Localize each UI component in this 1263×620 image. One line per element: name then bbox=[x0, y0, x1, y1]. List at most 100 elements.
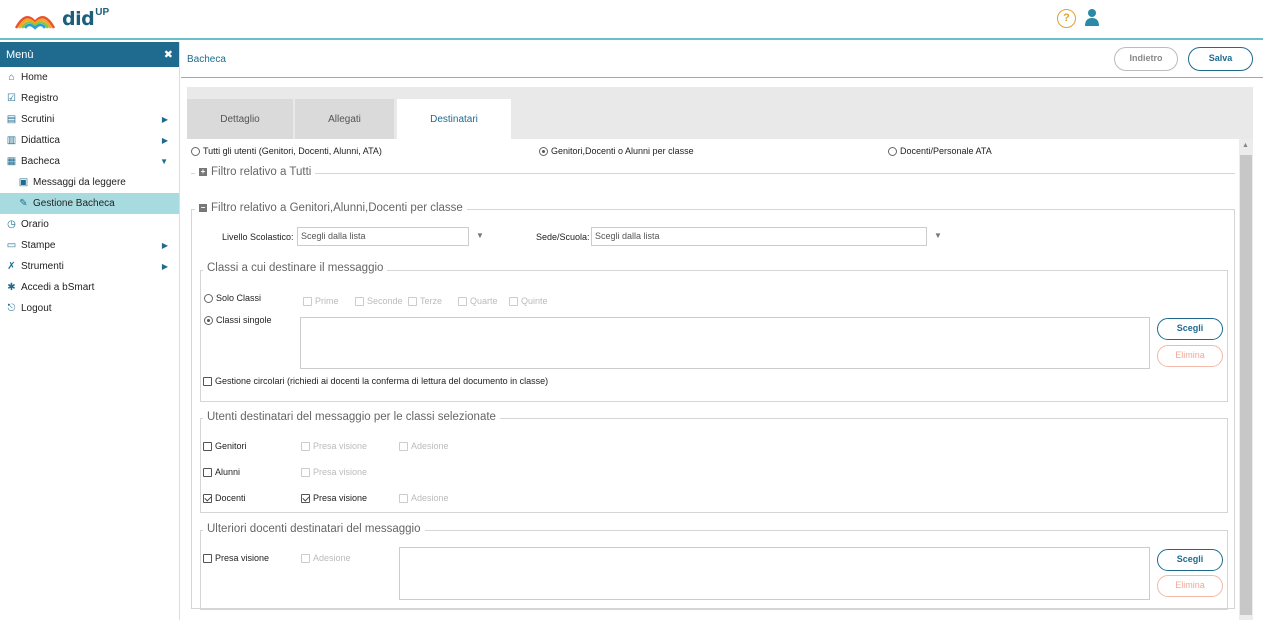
checkbox-parents[interactable] bbox=[203, 441, 212, 451]
checkbox-students-seen[interactable] bbox=[301, 467, 310, 477]
checkbox-prime[interactable] bbox=[303, 296, 312, 306]
choose-classes-button[interactable]: Scegli bbox=[1157, 318, 1223, 340]
parents-adhesion-label: Adesione bbox=[411, 441, 449, 452]
chevron-right-icon: ▶ bbox=[161, 115, 168, 124]
option-only-classes[interactable]: Solo Classi bbox=[204, 293, 261, 304]
option-by-class-label: Genitori,Docenti o Alunni per classe bbox=[551, 146, 694, 157]
home-icon: ⌂ bbox=[8, 72, 15, 83]
checkbox-teachers-seen[interactable] bbox=[301, 493, 310, 503]
filter-all-legend[interactable]: + Filtro relativo a Tutti bbox=[195, 166, 316, 178]
didup-logo[interactable]: did UP bbox=[14, 6, 109, 32]
students-option[interactable]: Alunni bbox=[203, 467, 240, 478]
checkbox-seconde[interactable] bbox=[355, 296, 364, 306]
radio-ata[interactable] bbox=[888, 146, 897, 156]
single-classes-label: Classi singole bbox=[216, 315, 272, 326]
extra-seen-option[interactable]: Presa visione bbox=[203, 553, 269, 564]
tab-dettaglio[interactable]: Dettaglio bbox=[187, 99, 293, 140]
students-seen-option[interactable]: Presa visione bbox=[301, 467, 367, 478]
choose-teachers-button[interactable]: Scegli bbox=[1157, 549, 1223, 571]
menu-item-home[interactable]: ⌂ Home bbox=[0, 67, 179, 88]
extra-adhesion-option[interactable]: Adesione bbox=[301, 553, 351, 564]
level-dropdown-icon[interactable]: ▼ bbox=[476, 231, 484, 240]
selected-classes-box[interactable] bbox=[300, 317, 1150, 369]
menu-item-label: Messaggi da leggere bbox=[33, 177, 126, 188]
year-seconde[interactable]: Seconde bbox=[355, 296, 403, 307]
tab-allegati[interactable]: Allegati bbox=[295, 99, 394, 140]
checkbox-extra-seen[interactable] bbox=[203, 553, 212, 563]
option-ata[interactable]: Docenti/Personale ATA bbox=[888, 146, 992, 157]
page-title: Bacheca bbox=[187, 54, 226, 65]
menu-item-label: Scrutini bbox=[21, 114, 55, 125]
circular-option[interactable]: Gestione circolari (richiedi ai docenti … bbox=[203, 376, 548, 387]
checkbox-extra-adhesion[interactable] bbox=[301, 553, 310, 563]
year-prime[interactable]: Prime bbox=[303, 296, 339, 307]
logout-icon: ⎋ bbox=[7, 303, 16, 314]
menu-item-scrutini[interactable]: ▤ Scrutini ▶ bbox=[0, 109, 179, 130]
chevron-right-icon: ▶ bbox=[161, 241, 168, 250]
parents-seen-option[interactable]: Presa visione bbox=[301, 441, 367, 452]
menu-item-registro[interactable]: ☑ Registro bbox=[0, 88, 179, 109]
save-button[interactable]: Salva bbox=[1188, 47, 1253, 71]
menu-item-label: Bacheca bbox=[21, 156, 60, 167]
menu-item-didattica[interactable]: ▥ Didattica ▶ bbox=[0, 130, 179, 151]
calendar-check-icon: ☑ bbox=[7, 93, 16, 104]
scrollbar-thumb[interactable] bbox=[1240, 155, 1252, 615]
remove-classes-button[interactable]: Elimina bbox=[1157, 345, 1223, 367]
site-dropdown-icon[interactable]: ▼ bbox=[934, 231, 942, 240]
back-button[interactable]: Indietro bbox=[1114, 47, 1178, 71]
menu-item-bsmart[interactable]: ✱ Accedi a bSmart bbox=[0, 277, 179, 298]
parents-adhesion-option[interactable]: Adesione bbox=[399, 441, 449, 452]
checkbox-terze[interactable] bbox=[408, 296, 417, 306]
site-select[interactable]: Scegli dalla lista bbox=[591, 227, 927, 246]
seconde-label: Seconde bbox=[367, 296, 403, 307]
help-icon[interactable]: ? bbox=[1057, 9, 1076, 28]
menu-item-strumenti[interactable]: ✗ Strumenti ▶ bbox=[0, 256, 179, 277]
main-content: Bacheca Indietro Salva Dettaglio Allegat… bbox=[181, 42, 1263, 620]
menu-item-orario[interactable]: ◷ Orario bbox=[0, 214, 179, 235]
filter-class-legend[interactable]: − Filtro relativo a Genitori,Alunni,Docen… bbox=[195, 202, 467, 214]
checkbox-teachers[interactable] bbox=[203, 493, 212, 503]
menu-item-label: Didattica bbox=[21, 135, 60, 146]
radio-single-classes[interactable] bbox=[204, 315, 213, 325]
radio-by-class[interactable] bbox=[539, 146, 548, 156]
teachers-adhesion-option[interactable]: Adesione bbox=[399, 493, 449, 504]
scroll-up-icon[interactable]: ▲ bbox=[1242, 142, 1249, 149]
menu-item-stampe[interactable]: ▭ Stampe ▶ bbox=[0, 235, 179, 256]
user-icon[interactable] bbox=[1084, 8, 1100, 26]
option-by-class[interactable]: Genitori,Docenti o Alunni per classe bbox=[539, 146, 694, 157]
tab-destinatari[interactable]: Destinatari bbox=[397, 99, 511, 140]
extra-teachers-box[interactable] bbox=[399, 547, 1150, 600]
parents-option[interactable]: Genitori bbox=[203, 441, 247, 452]
circular-label: Gestione circolari (richiedi ai docenti … bbox=[215, 376, 549, 387]
menu-item-logout[interactable]: ⎋ Logout bbox=[0, 298, 179, 319]
year-terze[interactable]: Terze bbox=[408, 296, 442, 307]
option-all-users[interactable]: Tutti gli utenti (Genitori, Docenti, Alu… bbox=[191, 146, 382, 157]
checkbox-quinte[interactable] bbox=[509, 296, 518, 306]
year-quarte[interactable]: Quarte bbox=[458, 296, 498, 307]
checkbox-circular[interactable] bbox=[203, 376, 212, 386]
year-quinte[interactable]: Quinte bbox=[509, 296, 548, 307]
scrollbar[interactable]: ▲ bbox=[1239, 139, 1253, 620]
checkbox-quarte[interactable] bbox=[458, 296, 467, 306]
students-seen-label: Presa visione bbox=[313, 467, 368, 478]
radio-all-users[interactable] bbox=[191, 146, 200, 156]
radio-only-classes[interactable] bbox=[204, 293, 213, 303]
parents-seen-label: Presa visione bbox=[313, 441, 368, 452]
close-menu-icon[interactable]: ✖ bbox=[164, 48, 173, 61]
checkbox-parents-seen[interactable] bbox=[301, 441, 310, 451]
extra-teachers-legend: Ulteriori docenti destinatari del messag… bbox=[203, 523, 425, 535]
checkbox-students[interactable] bbox=[203, 467, 212, 477]
menu-item-bacheca[interactable]: ▦ Bacheca ▼ bbox=[0, 151, 179, 172]
menu-item-gestione-bacheca[interactable]: ✎ Gestione Bacheca bbox=[0, 193, 179, 214]
level-select[interactable]: Scegli dalla lista bbox=[297, 227, 469, 246]
teachers-seen-option[interactable]: Presa visione bbox=[301, 493, 367, 504]
checkbox-teachers-adhesion[interactable] bbox=[399, 493, 408, 503]
teachers-option[interactable]: Docenti bbox=[203, 493, 246, 504]
checkbox-parents-adhesion[interactable] bbox=[399, 441, 408, 451]
menu-item-messaggi-da-leggere[interactable]: ▣ Messaggi da leggere bbox=[0, 172, 179, 193]
remove-teachers-button[interactable]: Elimina bbox=[1157, 575, 1223, 597]
terze-label: Terze bbox=[420, 296, 443, 307]
option-single-classes[interactable]: Classi singole bbox=[204, 315, 272, 326]
extra-adhesion-label: Adesione bbox=[313, 553, 351, 564]
classes-legend: Classi a cui destinare il messaggio bbox=[203, 262, 388, 274]
